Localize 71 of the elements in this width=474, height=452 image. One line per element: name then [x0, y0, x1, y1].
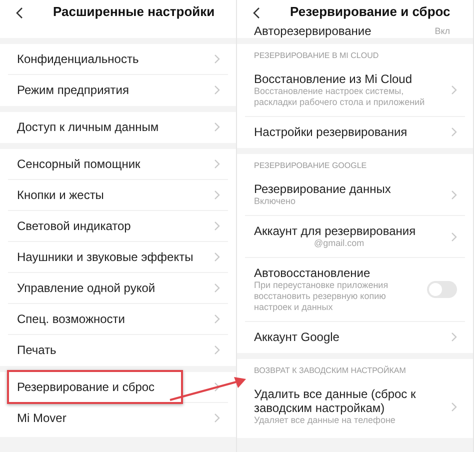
item-title: Доступ к личным данным [17, 120, 159, 134]
settings-item[interactable]: Сенсорный помощник [8, 149, 228, 180]
chevron-icon [214, 54, 220, 64]
chevron-icon [214, 85, 220, 95]
item-title: Управление одной рукой [17, 281, 156, 295]
settings-item[interactable]: Восстановление из Mi Cloud Восстановление настроек системы, раскладки рабочего стола и приложений [245, 64, 465, 117]
item-title: Авторезервирование [254, 24, 372, 38]
item-title: Сенсорный помощник [17, 157, 140, 171]
settings-item[interactable]: Наушники и звуковые эффекты [8, 242, 228, 273]
back-icon[interactable] [15, 7, 23, 19]
settings-item[interactable]: Аккаунт для резервирования @gmail.com [245, 216, 465, 258]
item-subtitle: При переустановке приложения восстановить резервную копию настроек и данных [254, 280, 390, 313]
section-header: РЕЗЕРВИРОВАНИЕ В MI CLOUD [253, 50, 380, 62]
settings-item[interactable]: Резервирование данных Включено [245, 174, 465, 216]
item-title: Наушники и звуковые эффекты [17, 250, 194, 264]
item-title: Световой индикатор [17, 219, 131, 233]
chevron-icon [214, 283, 220, 293]
item-title: Настройки резервирования [254, 125, 408, 139]
chevron-icon [214, 122, 220, 132]
settings-item[interactable]: Кнопки и жесты [8, 180, 228, 211]
settings-item[interactable]: Удалить все данные (сброс к заводским настройкам) Удаляет все данные на телефоне [245, 379, 465, 435]
item-title: Режим предприятия [17, 83, 129, 97]
item-title: Печать [17, 343, 56, 357]
settings-item[interactable]: Спец. возможности [8, 304, 228, 335]
settings-item[interactable]: Mi Mover [8, 403, 228, 434]
settings-item[interactable]: Аккаунт Google [245, 322, 465, 353]
item-subtitle: Восстановление настроек системы, раскладки рабочего стола и приложений [254, 86, 426, 108]
item-title: Автовосстановление [254, 266, 370, 280]
settings-item[interactable]: Автовосстановление При переустановке приложения восстановить резервную копию настроек и данных [245, 258, 465, 322]
chevron-icon [214, 345, 220, 355]
chevron-icon [451, 402, 457, 412]
settings-item[interactable]: Конфиденциальность [8, 44, 228, 75]
item-title: Аккаунт Google [254, 330, 340, 344]
item-title: Спец. возможности [17, 312, 125, 326]
chevron-icon [451, 332, 457, 342]
chevron-icon [451, 232, 457, 242]
item-title: Mi Mover [17, 411, 66, 425]
settings-item[interactable]: Настройки резервирования [245, 117, 465, 148]
section-header: ВОЗВРАТ К ЗАВОДСКИМ НАСТРОЙКАМ [253, 364, 407, 377]
back-icon[interactable] [252, 7, 260, 19]
item-title: Резервирование данных [254, 182, 391, 196]
item-title: Удалить все данные (сброс к заводским настройкам) [254, 387, 417, 415]
item-title: Кнопки и жесты [17, 188, 104, 202]
settings-item[interactable]: Режим предприятия [8, 75, 228, 106]
settings-item[interactable]: Световой индикатор [8, 211, 228, 242]
chevron-icon [214, 190, 220, 200]
chevron-icon [214, 314, 220, 324]
settings-item[interactable]: Резервирование и сброс [8, 372, 228, 403]
item-title: Аккаунт для резервирования [254, 224, 416, 238]
chevron-icon [451, 190, 457, 200]
item-subtitle: @gmail.com [313, 238, 364, 249]
chevron-icon [214, 382, 220, 392]
chevron-icon [214, 252, 220, 262]
chevron-icon [451, 127, 457, 137]
chevron-icon [451, 85, 457, 95]
settings-item[interactable]: Управление одной рукой [8, 273, 228, 304]
chevron-icon [214, 159, 220, 169]
chevron-icon [214, 413, 220, 423]
item-subtitle: Удаляет все данные на телефоне [254, 415, 396, 426]
settings-item[interactable]: Печать [8, 335, 228, 366]
item-value: Вкл [434, 25, 450, 38]
section-header: РЕЗЕРВИРОВАНИЕ GOOGLE [253, 160, 368, 172]
settings-item[interactable]: Доступ к личным данным [8, 112, 228, 143]
item-title: Восстановление из Mi Cloud [254, 72, 412, 86]
item-title: Конфиденциальность [17, 52, 139, 66]
item-title: Резервирование и сброс [7, 370, 183, 404]
chevron-icon [214, 221, 220, 231]
toggle-switch[interactable] [427, 281, 457, 298]
screen-title: Резервирование и сброс [290, 3, 450, 22]
screen-title: Расширенные настройки [53, 3, 215, 22]
item-subtitle: Включено [254, 196, 296, 207]
